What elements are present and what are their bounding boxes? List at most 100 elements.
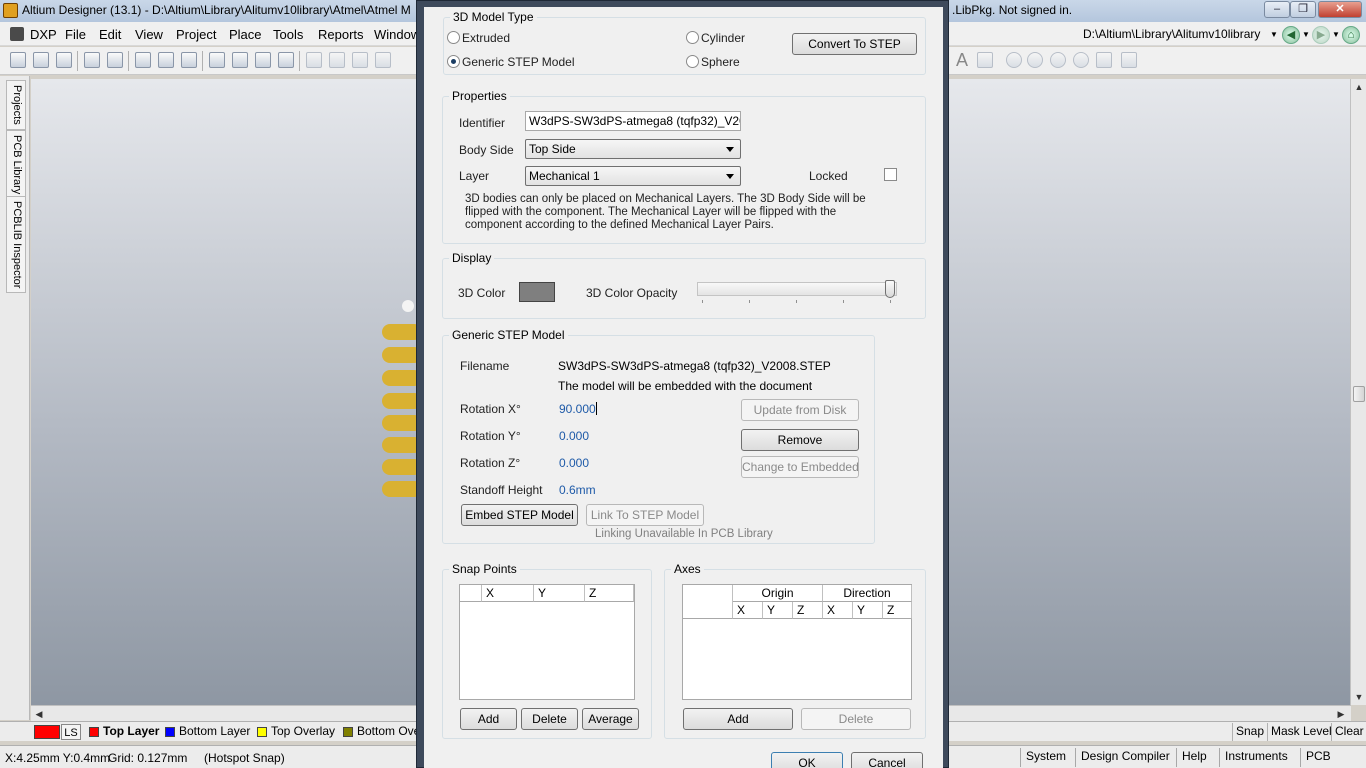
radio-generic-step[interactable] — [447, 55, 460, 68]
menu-window[interactable]: Window — [374, 27, 420, 42]
axes-delete-button[interactable]: Delete — [801, 708, 911, 730]
cut-icon[interactable] — [306, 52, 322, 68]
axes-grid[interactable]: Origin Direction X Y Z X Y Z — [682, 584, 912, 700]
radio-cylinder[interactable] — [686, 31, 699, 44]
path-dropdown[interactable]: D:\Altium\Library\Alitumv10library — [1080, 25, 1276, 45]
update-from-disk-button[interactable]: Update from Disk — [741, 399, 859, 421]
vertical-scroll-thumb[interactable] — [1353, 386, 1365, 402]
string-icon[interactable]: A — [956, 50, 968, 71]
radio-sphere[interactable] — [686, 55, 699, 68]
fill-icon[interactable] — [1096, 52, 1112, 68]
clear-button[interactable]: Clear — [1331, 723, 1366, 741]
layer-tab-top-layer[interactable]: Top Layer — [86, 724, 159, 741]
home-icon[interactable]: ⌂ — [1342, 26, 1360, 44]
identifier-input[interactable]: W3dPS-SW3dPS-atmega8 (tqfp32)_V2008 — [525, 111, 741, 131]
layers-icon[interactable] — [135, 52, 151, 68]
radio-generic-step-label[interactable]: Generic STEP Model — [462, 55, 575, 69]
panel-system-button[interactable]: System — [1020, 748, 1071, 767]
altium-app-icon[interactable] — [3, 3, 18, 18]
snap-average-button[interactable]: Average — [582, 708, 639, 730]
mask-level-button[interactable]: Mask Level — [1267, 723, 1335, 741]
snap-delete-button[interactable]: Delete — [521, 708, 578, 730]
axes-add-button[interactable]: Add — [683, 708, 793, 730]
current-layer-color[interactable] — [34, 725, 60, 739]
locked-checkbox[interactable] — [884, 168, 897, 181]
arc-any-icon[interactable] — [1050, 52, 1066, 68]
menu-edit[interactable]: Edit — [99, 27, 121, 42]
zoom-fit-icon[interactable] — [255, 52, 271, 68]
zoom-in-icon[interactable] — [209, 52, 225, 68]
panel-instruments-button[interactable]: Instruments — [1219, 748, 1293, 767]
body-side-select[interactable]: Top Side — [525, 139, 741, 159]
snap-add-button[interactable]: Add — [460, 708, 517, 730]
layer-set-button[interactable]: LS — [61, 724, 81, 740]
path-dropdown-arrow-icon[interactable]: ▼ — [1270, 30, 1278, 39]
cancel-button[interactable]: Cancel — [851, 752, 923, 768]
arc-center-icon[interactable] — [1006, 52, 1022, 68]
minimize-button[interactable]: – — [1264, 1, 1290, 18]
ok-button[interactable]: OK — [771, 752, 843, 768]
convert-to-step-button[interactable]: Convert To STEP — [792, 33, 917, 55]
radio-sphere-label[interactable]: Sphere — [701, 55, 740, 69]
array-paste-icon[interactable] — [1121, 52, 1137, 68]
rotation-x-input[interactable]: 90.000 — [559, 402, 597, 416]
snap-button[interactable]: Snap — [1232, 723, 1267, 741]
panel-pcb-button[interactable]: PCB — [1300, 748, 1336, 767]
rubber-stamp-icon[interactable] — [375, 52, 391, 68]
radio-extruded[interactable] — [447, 31, 460, 44]
zoom-out-icon[interactable] — [232, 52, 248, 68]
paste-icon[interactable] — [352, 52, 368, 68]
snap-points-grid[interactable]: X Y Z — [459, 584, 635, 700]
rotation-z-input[interactable]: 0.000 — [559, 456, 589, 470]
menu-project[interactable]: Project — [176, 27, 216, 42]
color-swatch[interactable] — [519, 282, 555, 302]
close-button[interactable]: ✕ — [1318, 1, 1362, 18]
component-icon[interactable] — [158, 52, 174, 68]
scroll-left-icon[interactable]: ◀ — [31, 706, 47, 722]
scroll-right-icon[interactable]: ▶ — [1333, 706, 1349, 722]
menu-reports[interactable]: Reports — [318, 27, 364, 42]
folder-open-icon[interactable] — [181, 52, 197, 68]
open-folder-icon[interactable] — [33, 52, 49, 68]
menu-file[interactable]: File — [65, 27, 86, 42]
menu-tools[interactable]: Tools — [273, 27, 303, 42]
arc-edge-icon[interactable] — [1027, 52, 1043, 68]
tab-pcblib-inspector[interactable]: PCBLIB Inspector — [6, 196, 26, 294]
save-icon[interactable] — [56, 52, 72, 68]
panel-help-button[interactable]: Help — [1176, 748, 1212, 767]
panel-design-compiler-button[interactable]: Design Compiler — [1075, 748, 1175, 767]
layer-select[interactable]: Mechanical 1 — [525, 166, 741, 186]
menu-dxp[interactable]: DXP — [30, 27, 57, 42]
layer-tab-top-overlay[interactable]: Top Overlay — [254, 724, 335, 741]
opacity-slider-thumb[interactable] — [885, 280, 895, 298]
new-document-icon[interactable] — [10, 52, 26, 68]
forward-icon[interactable]: ▶ — [1312, 26, 1330, 44]
print-preview-icon[interactable] — [107, 52, 123, 68]
layer-tab-bottom-layer[interactable]: Bottom Layer — [162, 724, 250, 741]
menu-view[interactable]: View — [135, 27, 163, 42]
maximize-button[interactable]: ❐ — [1290, 1, 1316, 18]
tab-projects[interactable]: Projects — [6, 80, 26, 130]
zoom-area-icon[interactable] — [278, 52, 294, 68]
coordinate-icon[interactable] — [977, 52, 993, 68]
scroll-up-icon[interactable]: ▲ — [1351, 79, 1366, 95]
embed-step-model-button[interactable]: Embed STEP Model — [461, 504, 578, 526]
copy-icon[interactable] — [329, 52, 345, 68]
layer-tab-bottom-overlay[interactable]: Bottom Ove — [340, 724, 420, 741]
radio-extruded-label[interactable]: Extruded — [462, 31, 510, 45]
standoff-height-input[interactable]: 0.6mm — [559, 483, 596, 497]
forward-dropdown-icon[interactable]: ▼ — [1332, 30, 1340, 39]
tab-pcb-library[interactable]: PCB Library — [6, 130, 26, 200]
menu-place[interactable]: Place — [229, 27, 262, 42]
scroll-down-icon[interactable]: ▼ — [1351, 689, 1366, 705]
radio-cylinder-label[interactable]: Cylinder — [701, 31, 745, 45]
vertical-scrollbar[interactable]: ▲ ▼ — [1350, 79, 1366, 705]
print-icon[interactable] — [84, 52, 100, 68]
link-to-step-model-button[interactable]: Link To STEP Model — [586, 504, 704, 526]
back-dropdown-icon[interactable]: ▼ — [1302, 30, 1310, 39]
opacity-slider[interactable] — [697, 282, 897, 296]
back-icon[interactable]: ◀ — [1282, 26, 1300, 44]
full-circle-icon[interactable] — [1073, 52, 1089, 68]
rotation-y-input[interactable]: 0.000 — [559, 429, 589, 443]
remove-button[interactable]: Remove — [741, 429, 859, 451]
